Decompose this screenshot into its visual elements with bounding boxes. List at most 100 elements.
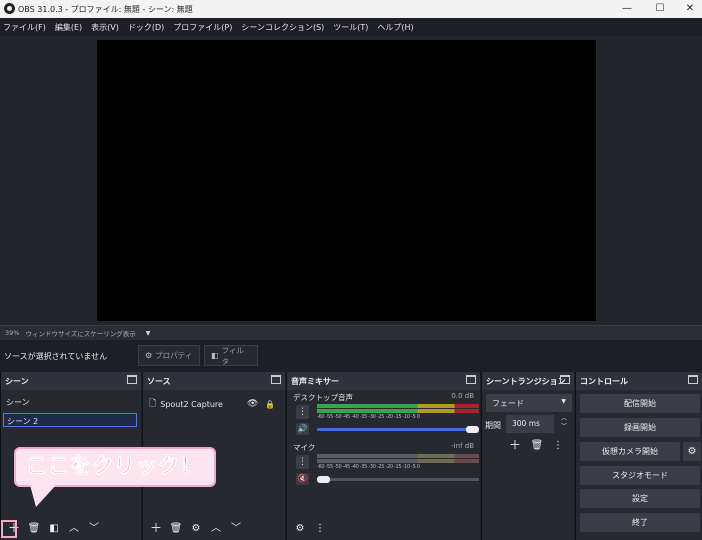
eye-icon[interactable]: 👁 xyxy=(247,399,258,409)
move-up-icon[interactable]: ︿ xyxy=(66,521,82,537)
add-transition-icon[interactable]: ＋ xyxy=(507,438,523,454)
scene-item[interactable]: シーン xyxy=(3,395,137,409)
duration-stepper[interactable]: ︿ ﹀ xyxy=(556,415,572,433)
exit-button[interactable]: 終了 xyxy=(580,513,700,532)
menu-scene-collection[interactable]: シーンコレクション(S) xyxy=(241,22,324,33)
undock-icon[interactable] xyxy=(127,375,137,384)
source-name: Spout2 Capture xyxy=(160,399,223,409)
mixer-track-mic: マイク -inf dB ⋮ -60 -55 -50 -45 -40 -35 -3… xyxy=(291,442,479,492)
move-down-icon[interactable]: ﹀ xyxy=(228,521,244,537)
menu-docks[interactable]: ドック(D) xyxy=(128,22,164,33)
settings-button[interactable]: 設定 xyxy=(580,489,700,508)
scene-item-selected[interactable]: シーン 2 xyxy=(3,413,137,427)
filter-icon: ◧ xyxy=(211,351,219,360)
controls-title: コントロール xyxy=(580,377,628,386)
minimize-button[interactable]: — xyxy=(612,0,642,18)
duration-input[interactable]: 300 ms xyxy=(506,415,554,433)
transitions-title: シーントランジション xyxy=(486,377,566,386)
title-bar: OBS 31.0.3 - プロファイル: 無題 - シーン: 無題 — ☐ ✕ xyxy=(0,0,702,18)
menu-help[interactable]: ヘルプ(H) xyxy=(377,22,413,33)
scenes-footer: ＋ 🗑 ◧ ︿ ﹀ xyxy=(1,518,141,540)
mixer-menu-icon[interactable]: ⋮ xyxy=(312,521,328,537)
track-name: デスクトップ音声 xyxy=(293,393,353,402)
lock-icon[interactable]: 🔒 xyxy=(265,400,275,409)
track-menu-icon[interactable]: ⋮ xyxy=(296,455,309,469)
trash-icon[interactable]: 🗑 xyxy=(168,521,184,537)
gear-icon[interactable]: ⚙ xyxy=(188,521,204,537)
duration-label: 期間 xyxy=(485,421,501,430)
volume-slider[interactable] xyxy=(317,478,479,481)
obs-logo-icon xyxy=(4,3,15,14)
volume-slider[interactable] xyxy=(317,428,479,431)
menu-edit[interactable]: 編集(E) xyxy=(55,22,82,33)
mixer-footer: ⚙ ⋮ xyxy=(287,518,480,540)
start-virtual-camera-button[interactable]: 仮想カメラ開始 xyxy=(580,442,680,461)
properties-button[interactable]: ⚙ プロパティ xyxy=(138,345,200,366)
zoom-level: 39% xyxy=(5,329,20,337)
no-source-message: ソースが選択されていません xyxy=(4,352,108,361)
speaker-icon[interactable]: 🔊 xyxy=(296,423,309,435)
close-button[interactable]: ✕ xyxy=(675,0,702,18)
mixer-header: 音声ミキサー xyxy=(287,372,480,390)
menu-file[interactable]: ファイル(F) xyxy=(3,22,46,33)
undock-icon[interactable] xyxy=(560,375,570,384)
scaling-mode[interactable]: ウィンドウサイズにスケーリング表示 xyxy=(25,328,135,338)
track-db: 0.0 dB xyxy=(451,392,474,400)
gear-icon: ⚙ xyxy=(145,351,153,360)
undock-icon[interactable] xyxy=(688,375,698,384)
filters-button[interactable]: ◧ フィルタ xyxy=(204,345,258,366)
move-up-icon[interactable]: ︿ xyxy=(208,521,224,537)
move-down-icon[interactable]: ﹀ xyxy=(86,521,102,537)
preview-area xyxy=(0,36,702,326)
meter-scale: -60 -55 -50 -45 -40 -35 -30 -25 -20 -15 … xyxy=(317,414,420,420)
filters-label: フィルタ xyxy=(221,345,244,366)
controls-dock: コントロール 配信開始 録画開始 仮想カメラ開始 ⚙ スタジオモード 設定 終了 xyxy=(575,372,702,540)
track-menu-icon[interactable]: ⋮ xyxy=(296,405,309,419)
mixer-track-desktop: デスクトップ音声 0.0 dB ⋮ -60 -55 -50 -45 -40 -3… xyxy=(291,392,479,442)
scene-transitions-dock: シーントランジション フェード ▼ 期間 300 ms ︿ ﹀ ＋ 🗑 ⋮ xyxy=(481,372,574,540)
transition-select[interactable]: フェード ▼ xyxy=(486,394,572,412)
undock-icon[interactable] xyxy=(466,375,476,384)
properties-label: プロパティ xyxy=(155,351,193,360)
sources-header: ソース xyxy=(143,372,285,390)
maximize-button[interactable]: ☐ xyxy=(645,0,675,18)
volume-knob[interactable] xyxy=(466,426,479,433)
scene-filter-icon[interactable]: ◧ xyxy=(46,521,62,537)
advanced-audio-icon[interactable]: ⚙ xyxy=(292,521,308,537)
preview-canvas[interactable] xyxy=(97,40,596,321)
menu-profile[interactable]: プロファイル(P) xyxy=(173,22,232,33)
audio-mixer-dock: 音声ミキサー デスクトップ音声 0.0 dB ⋮ -60 -55 -50 -45… xyxy=(286,372,480,540)
document-icon: 🗋 xyxy=(149,399,157,409)
track-name: マイク xyxy=(293,443,316,452)
controls-header: コントロール xyxy=(576,372,702,390)
source-item[interactable]: 🗋 Spout2 Capture 👁 🔒 xyxy=(149,396,279,412)
menu-view[interactable]: 表示(V) xyxy=(91,22,119,33)
level-meter xyxy=(317,459,479,463)
highlight-box xyxy=(1,520,17,538)
level-meter xyxy=(317,454,479,458)
muted-speaker-icon[interactable]: 🔇 xyxy=(296,473,309,485)
menu-tools[interactable]: ツール(T) xyxy=(333,22,368,33)
add-source-icon[interactable]: ＋ xyxy=(148,521,164,537)
start-recording-button[interactable]: 録画開始 xyxy=(580,418,700,437)
transition-menu-icon[interactable]: ⋮ xyxy=(550,438,566,454)
callout-tail xyxy=(30,485,56,507)
undock-icon[interactable] xyxy=(271,375,281,384)
volume-knob[interactable] xyxy=(317,476,330,483)
scenes-header: シーン xyxy=(1,372,141,390)
chevron-down-icon: ▼ xyxy=(561,398,566,405)
scaling-dropdown-icon[interactable]: ▼ xyxy=(146,330,151,337)
callout-text: ここをクリック！ xyxy=(26,454,202,479)
mixer-title: 音声ミキサー xyxy=(291,377,339,386)
track-db: -inf dB xyxy=(451,442,474,450)
trash-icon[interactable]: 🗑 xyxy=(26,521,42,537)
level-meter xyxy=(317,409,479,413)
trash-icon[interactable]: 🗑 xyxy=(529,438,545,454)
gear-icon[interactable]: ⚙ xyxy=(683,442,701,461)
start-streaming-button[interactable]: 配信開始 xyxy=(580,394,700,413)
sources-title: ソース xyxy=(147,377,171,386)
meter-scale: -60 -55 -50 -45 -40 -35 -30 -25 -20 -15 … xyxy=(317,464,420,470)
source-toolbar: ソースが選択されていません ⚙ プロパティ ◧ フィルタ xyxy=(0,340,702,372)
preview-status: 39% ウィンドウサイズにスケーリング表示 ▼ xyxy=(0,326,702,340)
studio-mode-button[interactable]: スタジオモード xyxy=(580,466,700,485)
